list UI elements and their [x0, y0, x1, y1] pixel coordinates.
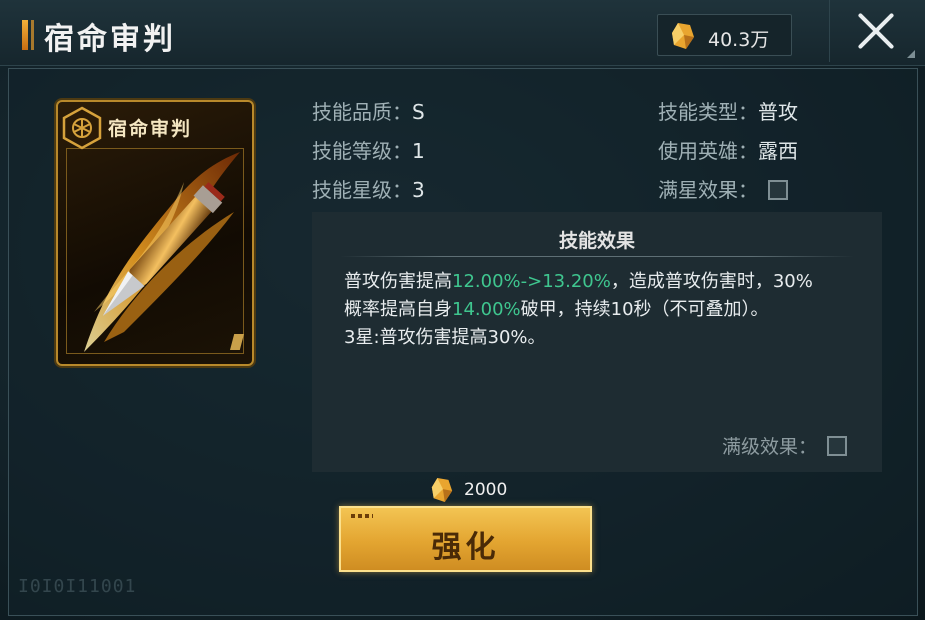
skill-level-label: 技能等级：	[312, 139, 412, 163]
skill-level-value: 1	[412, 139, 425, 163]
card-name: 宿命审判	[108, 118, 193, 140]
skill-type-label: 技能类型：	[658, 100, 758, 124]
skill-level: 技能等级：1	[312, 135, 425, 164]
upgrade-button[interactable]: 强化	[339, 506, 592, 572]
currency-display[interactable]: 40.3万	[657, 14, 792, 56]
effect-box: 技能效果 普攻伤害提高12.00%->13.20%，造成普攻伤害时，30% 概率…	[312, 212, 882, 472]
upgrade-cost-value: 2000	[464, 480, 508, 500]
effect-line-3: 3星:普攻伤害提高30%。	[344, 327, 546, 348]
effect-divider	[340, 256, 854, 257]
skill-quality: 技能品质：S	[312, 96, 425, 125]
max-level-label: 满级效果：	[722, 436, 818, 458]
skill-star-label: 技能星级：	[312, 178, 412, 202]
skill-quality-value: S	[412, 100, 425, 124]
skill-star-value: 3	[412, 178, 425, 202]
effect-text-segment: 普攻伤害提高	[344, 271, 452, 292]
effect-line-2: 概率提高自身14.00%破甲，持续10秒（不可叠加）。	[344, 296, 864, 324]
max-star-effect: 满星效果：	[658, 174, 788, 203]
currency-amount: 40.3万	[708, 29, 770, 51]
footer-code: I0I0I11001	[18, 576, 137, 597]
close-button[interactable]	[829, 0, 921, 62]
skill-quality-label: 技能品质：	[312, 100, 412, 124]
skill-star: 技能星级：3	[312, 174, 425, 203]
effect-highlight: 14.00%	[452, 299, 521, 320]
max-level-effect: 满级效果：	[722, 432, 848, 459]
effect-text-segment: ，造成普攻伤害时，30%	[610, 271, 813, 292]
effect-text-segment: 概率提高自身	[344, 299, 452, 320]
skill-hero-label: 使用英雄：	[658, 139, 758, 163]
header-bar: 宿命审判 40.3万	[0, 0, 925, 66]
effect-text-segment: 破甲，持续10秒（不可叠加）。	[520, 299, 769, 320]
upgrade-button-label: 强化	[431, 530, 500, 565]
title-accent	[22, 20, 28, 50]
title-accent-secondary	[31, 20, 34, 50]
skill-hero: 使用英雄：露西	[658, 135, 798, 164]
effect-line-1: 普攻伤害提高12.00%->13.20%，造成普攻伤害时，30%	[344, 268, 864, 296]
max-level-checkbox[interactable]	[827, 436, 848, 456]
effect-description: 普攻伤害提高12.00%->13.20%，造成普攻伤害时，30% 概率提高自身1…	[344, 268, 864, 352]
crystal-icon	[431, 478, 453, 502]
crystal-icon	[672, 23, 694, 49]
max-star-checkbox[interactable]	[768, 180, 788, 200]
effect-highlight: 12.00%->13.20%	[452, 271, 611, 292]
page-title: 宿命审判	[44, 22, 176, 57]
skill-emblem-icon	[62, 106, 102, 150]
effect-title: 技能效果	[558, 230, 635, 252]
corner-marker	[907, 50, 915, 58]
skill-type-value: 普攻	[758, 100, 798, 124]
skill-hero-value: 露西	[758, 139, 798, 163]
max-star-label: 满星效果：	[658, 178, 758, 202]
skill-type: 技能类型：普攻	[658, 96, 798, 125]
card-frame	[66, 148, 244, 354]
button-stripes	[351, 514, 373, 518]
skill-card[interactable]: 宿命审判	[56, 100, 254, 366]
